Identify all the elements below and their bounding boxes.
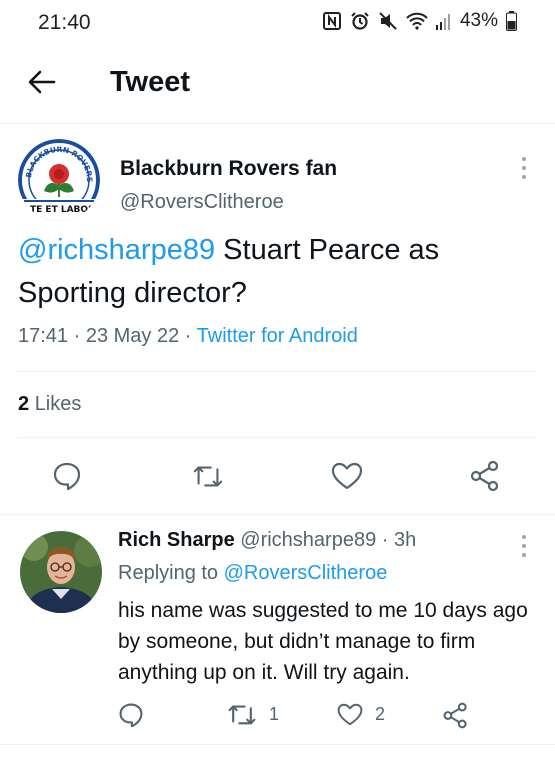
mute-icon <box>378 11 398 31</box>
likes-label: Likes <box>34 393 82 415</box>
author-handle[interactable]: @RoversClitheroe <box>120 191 284 214</box>
divider <box>18 371 537 372</box>
status-bar: 21:40 43% <box>0 0 555 46</box>
more-dot <box>522 175 526 179</box>
retweet-count: 1 <box>269 704 280 724</box>
author-name[interactable]: Blackburn Rovers fan <box>120 157 337 181</box>
more-dot <box>522 166 526 170</box>
divider <box>0 744 555 745</box>
tweet-meta: 17:41 · 23 May 22 · Twitter for Android <box>18 325 358 348</box>
arrow-left-icon <box>28 70 56 99</box>
status-time: 21:40 <box>38 11 91 34</box>
reply-avatar[interactable] <box>20 531 102 613</box>
replying-to-handle[interactable]: @RoversClitheroe <box>224 562 388 584</box>
like-button[interactable] <box>331 460 363 492</box>
tweet-date: 23 May 22 <box>85 325 180 347</box>
battery-percent: 43% <box>459 10 498 31</box>
like-icon <box>331 462 363 490</box>
like-count: 2 <box>375 704 386 724</box>
likes-row[interactable]: 2 Likes <box>18 393 81 416</box>
reply-button[interactable] <box>51 460 83 492</box>
share-button[interactable] <box>469 460 501 492</box>
author-avatar[interactable]: BLACKBURN ROVERS F.C TE ET LABORE <box>18 139 100 221</box>
top-app-bar: Tweet <box>0 46 555 124</box>
wifi-icon <box>406 12 428 30</box>
nfc-icon <box>322 11 342 31</box>
retweet-button[interactable] <box>192 460 224 492</box>
tweet-mention[interactable]: @richsharpe89 <box>18 234 215 266</box>
divider <box>18 437 537 438</box>
reply-share-button[interactable] <box>442 702 469 729</box>
retweet-icon <box>228 705 256 725</box>
more-options-button[interactable] <box>512 155 536 181</box>
reply-time: 3h <box>393 529 417 551</box>
profile-photo <box>20 531 102 613</box>
blackburn-rovers-crest: BLACKBURN ROVERS F.C TE ET LABORE <box>18 139 100 221</box>
replying-to-label: Replying to <box>118 562 224 584</box>
alarm-icon <box>350 11 370 31</box>
meta-separator: · <box>179 325 197 347</box>
tweet-time: 17:41 <box>18 325 69 347</box>
meta-separator: · <box>376 529 394 551</box>
reply-icon <box>53 462 81 491</box>
back-button[interactable] <box>24 66 60 102</box>
like-icon <box>337 703 363 726</box>
retweet-icon <box>193 466 223 487</box>
reply-text: his name was suggested to me 10 days ago… <box>118 599 528 684</box>
likes-count: 2 <box>18 393 30 415</box>
signal-icon <box>435 12 450 30</box>
more-dot <box>522 157 526 161</box>
reply-icon <box>119 703 143 728</box>
reply-author-handle[interactable]: @richsharpe89 <box>240 529 376 551</box>
reply-more-options-button[interactable] <box>512 533 536 559</box>
tweet-source[interactable]: Twitter for Android <box>197 325 358 347</box>
battery-icon <box>506 11 517 31</box>
share-icon <box>443 702 467 729</box>
reply-tweet[interactable]: Rich Sharpe @richsharpe89 · 3h Replying … <box>0 514 555 744</box>
tweet-text: @richsharpe89 Stuart Pearce as Sporting … <box>18 229 538 315</box>
more-dot <box>522 544 526 548</box>
reply-retweet-button[interactable]: 1 <box>227 702 279 727</box>
meta-separator: · <box>68 325 86 347</box>
reply-actions: 1 2 <box>0 699 555 733</box>
share-icon <box>470 460 499 492</box>
more-dot <box>522 535 526 539</box>
reply-reply-button[interactable] <box>118 702 144 728</box>
reply-header: Rich Sharpe @richsharpe89 · 3h <box>118 529 416 552</box>
tweet-actions <box>0 453 555 499</box>
status-icons: 43% <box>322 10 517 32</box>
svg-text:TE ET LABORE: TE ET LABORE <box>30 205 100 215</box>
reply-author-name[interactable]: Rich Sharpe <box>118 529 235 551</box>
more-dot <box>522 553 526 557</box>
page-title: Tweet <box>110 66 191 98</box>
reply-like-button[interactable]: 2 <box>337 702 385 727</box>
replying-to: Replying to @RoversClitheroe <box>118 562 387 585</box>
